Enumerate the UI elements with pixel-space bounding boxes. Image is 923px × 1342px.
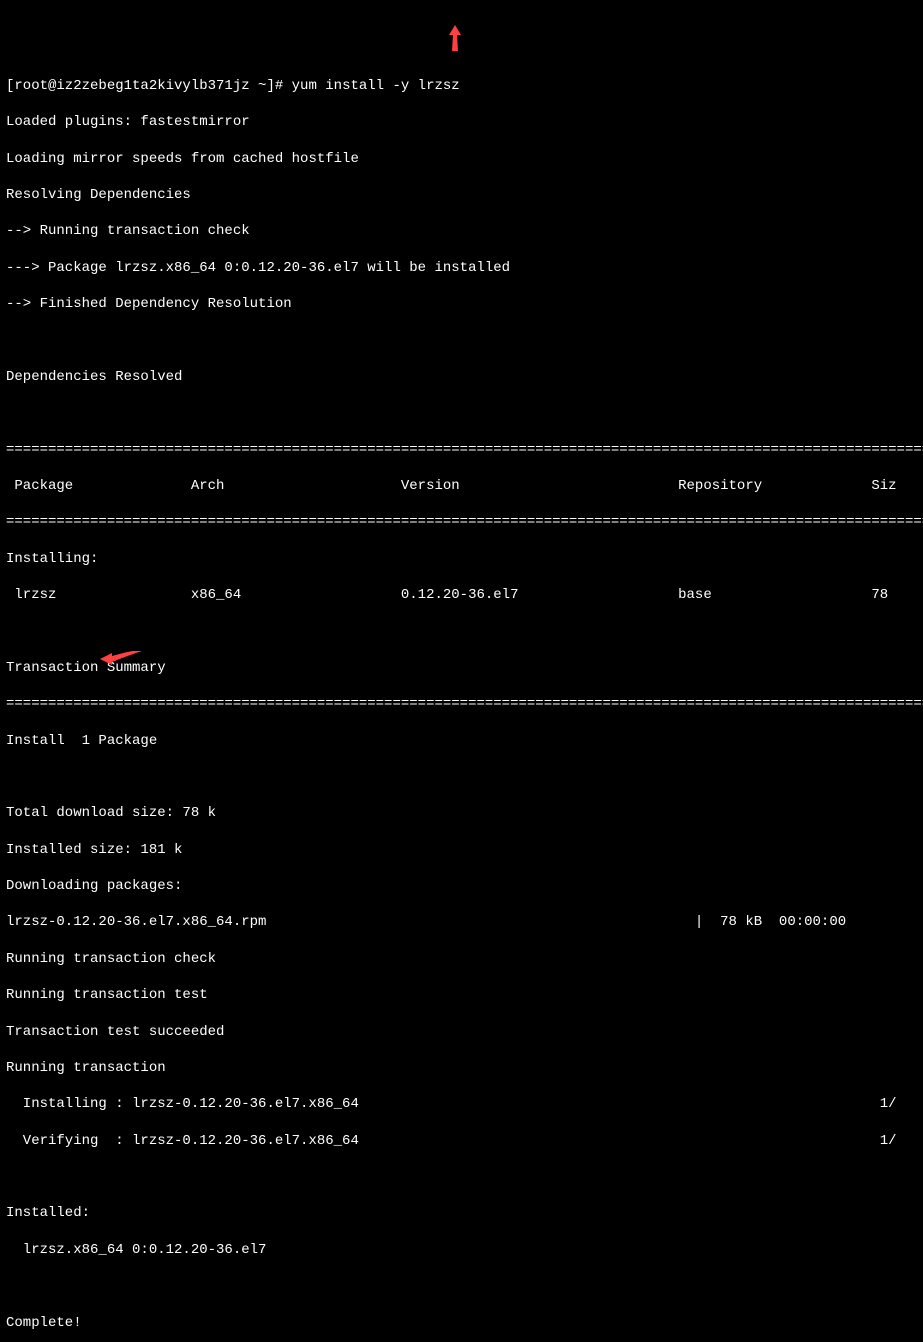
command-text: yum install -y lrzsz <box>292 78 460 94</box>
installed-pkg: lrzsz.x86_64 0:0.12.20-36.el7 <box>6 1241 917 1259</box>
rpm-download-line: lrzsz-0.12.20-36.el7.x86_64.rpm | 78 kB … <box>6 913 917 931</box>
installing-header: Installing: <box>6 550 917 568</box>
package-will-install: ---> Package lrzsz.x86_64 0:0.12.20-36.e… <box>6 259 917 277</box>
loaded-plugins: Loaded plugins: fastestmirror <box>6 113 917 131</box>
installing-line: Installing : lrzsz-0.12.20-36.el7.x86_64… <box>6 1095 917 1113</box>
verifying-line: Verifying : lrzsz-0.12.20-36.el7.x86_64 … <box>6 1132 917 1150</box>
install-count: Install 1 Package <box>6 732 917 750</box>
deps-resolved: Dependencies Resolved <box>6 368 917 386</box>
blank <box>6 1277 917 1295</box>
table-header: Package Arch Version Repository Siz <box>6 477 917 495</box>
running-tx: Running transaction <box>6 1059 917 1077</box>
complete: Complete! <box>6 1314 917 1332</box>
blank <box>6 404 917 422</box>
resolving-deps: Resolving Dependencies <box>6 186 917 204</box>
downloading-packages: Downloading packages: <box>6 877 917 895</box>
running-tx-check: Running transaction check <box>6 950 917 968</box>
running-tx-test: Running transaction test <box>6 986 917 1004</box>
divider-top: ========================================… <box>6 441 917 459</box>
arrow-up-icon <box>445 25 465 53</box>
download-size: Total download size: 78 k <box>6 804 917 822</box>
installed-header: Installed: <box>6 1204 917 1222</box>
prompt-line: [root@iz2zebeg1ta2kivylb371jz ~]# yum in… <box>6 77 917 95</box>
finished-resolution: --> Finished Dependency Resolution <box>6 295 917 313</box>
tx-test-succeeded: Transaction test succeeded <box>6 1023 917 1041</box>
divider-mid: ========================================… <box>6 513 917 531</box>
blank <box>6 622 917 640</box>
prompt-prefix: [root@iz2zebeg1ta2kivylb371jz ~]# <box>6 78 292 94</box>
table-row: lrzsz x86_64 0.12.20-36.el7 base 78 <box>6 586 917 604</box>
blank <box>6 768 917 786</box>
loading-mirror: Loading mirror speeds from cached hostfi… <box>6 150 917 168</box>
blank <box>6 1168 917 1186</box>
divider-bottom: ========================================… <box>6 695 917 713</box>
installed-size: Installed size: 181 k <box>6 841 917 859</box>
tx-summary: Transaction Summary <box>6 659 917 677</box>
blank <box>6 331 917 349</box>
running-check: --> Running transaction check <box>6 222 917 240</box>
